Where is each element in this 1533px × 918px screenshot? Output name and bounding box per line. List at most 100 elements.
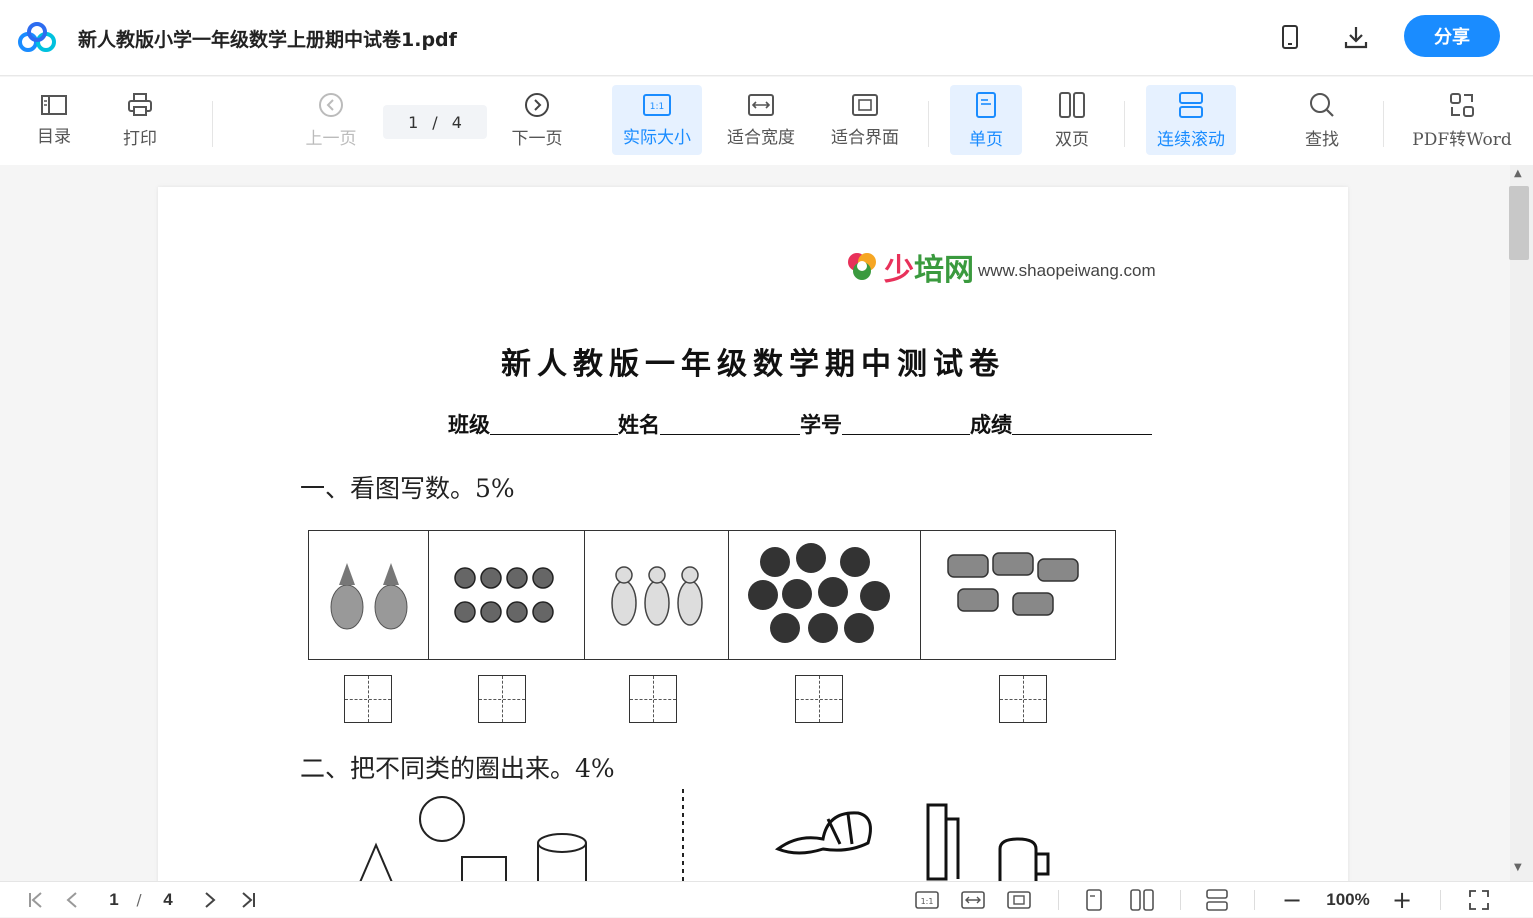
download-icon[interactable] bbox=[1341, 22, 1371, 52]
fit-width-label: 适合宽度 bbox=[727, 127, 795, 148]
print-icon bbox=[128, 92, 152, 116]
bottom-divider bbox=[1058, 890, 1059, 910]
first-page-icon[interactable] bbox=[22, 882, 50, 918]
next-page-button[interactable]: 下一页 bbox=[506, 85, 568, 155]
tomatoes-picture bbox=[729, 531, 921, 659]
next-page-icon[interactable] bbox=[198, 882, 222, 918]
pdf-to-word-button[interactable]: PDF转Word bbox=[1412, 85, 1512, 155]
double-page-small-icon[interactable] bbox=[1126, 882, 1158, 918]
continuous-scroll-button[interactable]: 连续滚动 bbox=[1146, 85, 1236, 155]
bottom-bar: 1 / 4 1:1 − 100% + bbox=[0, 881, 1533, 917]
fit-width-button[interactable]: 适合宽度 bbox=[718, 85, 804, 155]
fit-page-button[interactable]: 适合界面 bbox=[822, 85, 908, 155]
document-viewport[interactable]: 少培网 www.shaopeiwang.com 新人教版一年级数学期中测试卷 班… bbox=[0, 165, 1510, 881]
student-info-line: 班级 姓名 学号 成绩 bbox=[448, 409, 1152, 439]
double-page-button[interactable]: 双页 bbox=[1036, 85, 1108, 155]
actual-size-icon: 1:1 bbox=[643, 93, 671, 116]
score-label: 成绩 bbox=[970, 412, 1012, 437]
vertical-scrollbar[interactable] bbox=[1510, 165, 1533, 881]
toolbar-divider bbox=[928, 101, 929, 147]
brand-url: www.shaopeiwang.com bbox=[978, 261, 1156, 280]
shapes-picture bbox=[359, 796, 587, 881]
double-page-label: 双页 bbox=[1055, 129, 1089, 150]
toc-label: 目录 bbox=[37, 126, 71, 147]
picture-table bbox=[308, 530, 1116, 660]
toc-icon bbox=[41, 94, 67, 115]
continuous-scroll-small-icon[interactable] bbox=[1202, 882, 1232, 918]
toolbar-divider bbox=[1124, 101, 1125, 147]
page-sep: / bbox=[432, 112, 438, 132]
page-current: 1 bbox=[408, 112, 419, 132]
continuous-scroll-icon bbox=[1179, 91, 1203, 118]
answer-box-3 bbox=[629, 675, 677, 723]
bottom-page-current[interactable]: 1 bbox=[104, 882, 124, 918]
chevron-left-circle-icon bbox=[319, 92, 343, 117]
toc-button[interactable]: 目录 bbox=[26, 85, 82, 155]
pineapples-picture bbox=[309, 531, 429, 659]
single-page-label: 单页 bbox=[969, 129, 1003, 150]
svg-text:1:1: 1:1 bbox=[921, 897, 934, 906]
answer-box-2 bbox=[478, 675, 526, 723]
answer-box-1 bbox=[344, 675, 392, 723]
flowers-picture bbox=[429, 531, 585, 659]
answer-box-5 bbox=[999, 675, 1047, 723]
double-page-icon bbox=[1059, 91, 1085, 118]
mobile-view-icon[interactable] bbox=[1275, 22, 1305, 52]
name-blank bbox=[660, 409, 800, 435]
bottom-page-sep: / bbox=[136, 891, 142, 909]
single-page-small-icon[interactable] bbox=[1080, 882, 1108, 918]
question-2-title: 二、把不同类的圈出来。4% bbox=[300, 754, 615, 783]
prev-page-icon[interactable] bbox=[60, 882, 84, 918]
fit-page-label: 适合界面 bbox=[831, 127, 899, 148]
next-page-label: 下一页 bbox=[511, 128, 563, 149]
score-blank bbox=[1012, 409, 1152, 435]
actual-size-button[interactable]: 1:1 实际大小 bbox=[612, 85, 702, 155]
cattle-picture bbox=[921, 531, 1115, 659]
zoom-in-icon[interactable]: + bbox=[1390, 882, 1414, 918]
continuous-scroll-label: 连续滚动 bbox=[1157, 129, 1225, 150]
brand-logo-icon bbox=[848, 253, 876, 280]
title-bar: 新人教版小学一年级数学上册期中试卷1.pdf 分享 bbox=[0, 0, 1533, 76]
baidu-netdisk-logo-icon bbox=[18, 22, 56, 52]
scroll-up-arrow-icon[interactable]: ▲ bbox=[1514, 168, 1522, 179]
brand-watermark: 少培网 www.shaopeiwang.com bbox=[844, 245, 1156, 289]
ducks-picture bbox=[585, 531, 729, 659]
pdf-page: 少培网 www.shaopeiwang.com 新人教版一年级数学期中测试卷 班… bbox=[158, 187, 1348, 881]
chevron-right-circle-icon bbox=[525, 92, 549, 117]
objects-picture bbox=[774, 803, 1050, 881]
class-label: 班级 bbox=[448, 412, 490, 437]
page-total: 4 bbox=[451, 112, 462, 132]
pdf-to-word-label: PDF转Word bbox=[1412, 129, 1512, 150]
find-button[interactable]: 查找 bbox=[1290, 85, 1354, 155]
actual-size-label: 实际大小 bbox=[623, 127, 691, 148]
page-number-input[interactable]: 1 / 4 bbox=[383, 105, 487, 139]
prev-page-label: 上一页 bbox=[305, 128, 357, 149]
scroll-thumb[interactable] bbox=[1509, 186, 1529, 260]
last-page-icon[interactable] bbox=[234, 882, 262, 918]
fit-page-small-icon[interactable] bbox=[1004, 882, 1034, 918]
zoom-level[interactable]: 100% bbox=[1316, 882, 1380, 918]
find-label: 查找 bbox=[1305, 129, 1339, 150]
scroll-down-arrow-icon[interactable]: ▼ bbox=[1514, 862, 1522, 873]
brand-name: 少培网 bbox=[884, 253, 974, 288]
fit-page-icon bbox=[852, 93, 878, 116]
toolbar-divider bbox=[212, 101, 213, 147]
svg-text:1:1: 1:1 bbox=[650, 102, 664, 112]
class-blank bbox=[490, 409, 618, 435]
print-button[interactable]: 打印 bbox=[112, 85, 168, 155]
bottom-divider bbox=[1180, 890, 1181, 910]
viewer-toolbar: 目录 打印 上一页 1 / 4 下一页 1:1 实际大小 适合宽度 适合界面 单… bbox=[0, 77, 1533, 165]
single-page-button[interactable]: 单页 bbox=[950, 85, 1022, 155]
prev-page-button[interactable]: 上一页 bbox=[300, 85, 362, 155]
document-title: 新人教版小学一年级数学上册期中试卷1.pdf bbox=[78, 29, 457, 51]
zoom-out-icon[interactable]: − bbox=[1280, 882, 1304, 918]
student-id-label: 学号 bbox=[800, 412, 842, 437]
actual-size-small-icon[interactable]: 1:1 bbox=[912, 882, 942, 918]
fullscreen-icon[interactable] bbox=[1464, 882, 1494, 918]
fit-width-small-icon[interactable] bbox=[958, 882, 988, 918]
toolbar-divider bbox=[1383, 101, 1384, 147]
question-1-title: 一、看图写数。5% bbox=[300, 474, 515, 503]
paper-title: 新人教版一年级数学期中测试卷 bbox=[501, 347, 1005, 382]
answer-box-4 bbox=[795, 675, 843, 723]
share-button[interactable]: 分享 bbox=[1404, 15, 1500, 57]
